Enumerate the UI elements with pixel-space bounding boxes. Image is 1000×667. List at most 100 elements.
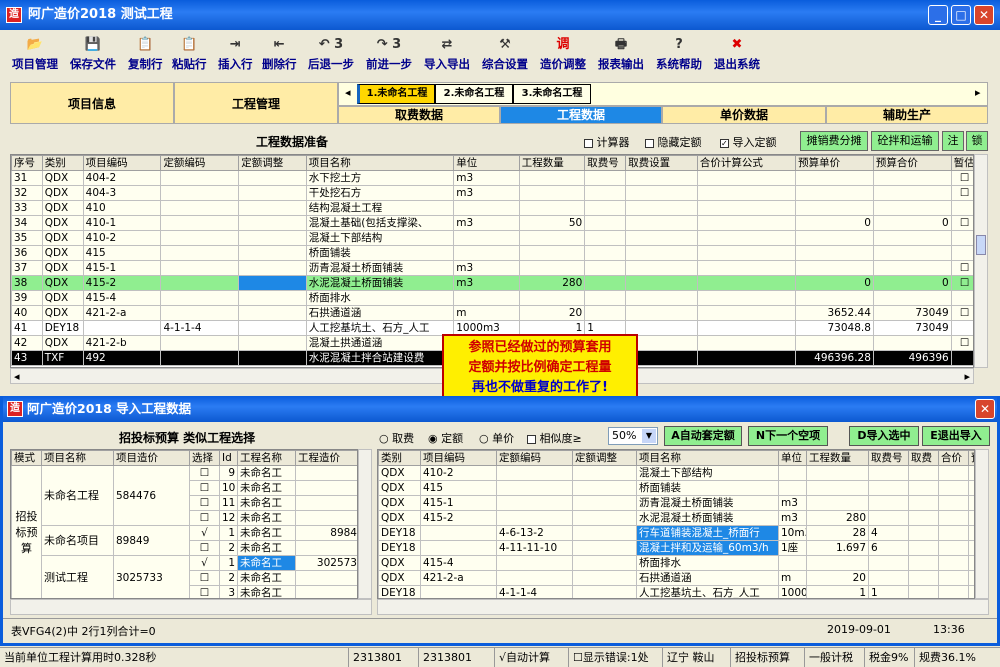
table-cell[interactable]: m (778, 570, 807, 586)
table-cell[interactable]: TXF (41, 350, 84, 366)
project-col-header[interactable]: 工程造价 (295, 450, 357, 466)
table-cell[interactable] (696, 275, 797, 291)
table-cell[interactable]: 4-1-1-4 (496, 585, 573, 598)
table-cell[interactable]: 415-1 (82, 260, 162, 276)
table-cell[interactable]: 39 (11, 290, 43, 306)
table-cell[interactable]: 35 (11, 230, 43, 246)
table-cell[interactable]: QDX (41, 200, 84, 216)
table-cell[interactable] (950, 200, 973, 216)
table-cell[interactable]: 4 (868, 525, 909, 541)
table-row[interactable]: QDX 415 桥面铺装 (378, 480, 974, 496)
project-name-cell[interactable]: 未命名工程 (41, 465, 114, 526)
table-cell[interactable] (238, 215, 307, 231)
table-cell[interactable]: 0 (872, 275, 952, 291)
table-cell[interactable]: m3 (778, 495, 807, 511)
table-cell[interactable]: QDX (41, 260, 84, 276)
table-row[interactable]: QDX 415-1 沥青混凝土桥面铺装 m3 (378, 495, 974, 511)
table-cell[interactable]: 20 (518, 305, 586, 321)
table-row[interactable]: 招投标预算 未命名工程 584476 ☐ 9 未命名工 (11, 465, 357, 598)
table-cell[interactable]: 0 (872, 215, 952, 231)
table-cell[interactable] (625, 245, 698, 261)
table-cell[interactable] (908, 570, 939, 586)
table-cell[interactable] (572, 465, 637, 481)
table-cell[interactable]: 410-2 (420, 465, 497, 481)
table-cell[interactable]: 结构混凝土工程 (305, 200, 455, 216)
table-cell[interactable]: 496396.28 (795, 350, 874, 366)
table-cell[interactable]: QDX (41, 185, 84, 201)
table-cell[interactable]: m3 (453, 170, 520, 186)
table-cell[interactable] (160, 275, 240, 291)
table-cell[interactable] (938, 555, 969, 571)
sub-sel-cell[interactable]: ☐ (189, 585, 220, 598)
sub-id-cell[interactable]: 9 (219, 465, 238, 481)
table-cell[interactable]: 混凝土下部结构 (636, 465, 779, 481)
table-cell[interactable]: ☐ (950, 170, 973, 186)
table-cell[interactable] (518, 260, 586, 276)
table-cell[interactable] (584, 290, 627, 306)
table-cell[interactable] (518, 230, 586, 246)
table-cell[interactable] (160, 200, 240, 216)
sub-name-cell[interactable]: 未命名工 (237, 585, 296, 598)
table-cell[interactable]: 73048.8 (795, 320, 874, 336)
table-cell[interactable] (160, 260, 240, 276)
table-cell[interactable] (778, 480, 807, 496)
sub-cost-cell[interactable] (295, 585, 357, 598)
scroll-right-icon[interactable]: ▸ (964, 370, 970, 383)
table-cell[interactable]: 415 (420, 480, 497, 496)
table-cell[interactable]: 415-2 (82, 275, 162, 291)
table-cell[interactable] (908, 555, 939, 571)
table-cell[interactable] (872, 335, 952, 351)
project-col-header[interactable]: 选择 (189, 450, 220, 466)
table-cell[interactable]: 415-4 (82, 290, 162, 306)
radio-fee[interactable]: ○ 取费 (379, 430, 414, 446)
table-cell[interactable] (572, 585, 637, 598)
table-cell[interactable] (572, 525, 637, 541)
table-cell[interactable] (518, 290, 586, 306)
import-quota-checkbox[interactable]: ✓ 导入定额 (720, 134, 777, 150)
table-row[interactable]: 39 QDX 415-4 桥面排水 (11, 290, 973, 306)
table-cell[interactable] (950, 320, 973, 336)
table-cell[interactable] (696, 305, 797, 321)
table-cell[interactable] (420, 585, 497, 598)
table-cell[interactable] (453, 200, 520, 216)
table-row[interactable]: 38QDX415-2水泥混凝土桥面铺装m328000☐√ (11, 275, 973, 291)
table-cell[interactable] (238, 260, 307, 276)
table-cell[interactable]: DEY18 (378, 525, 421, 541)
table-cell[interactable]: 0 (795, 215, 874, 231)
table-cell[interactable]: DEY18 (41, 320, 84, 336)
table-cell[interactable]: m (453, 305, 520, 321)
table-cell[interactable] (938, 525, 969, 541)
quota-col-header[interactable]: 单位 (778, 450, 807, 466)
table-cell[interactable]: ☐ (950, 305, 973, 321)
table-row[interactable]: 测试工程 3025733 √ 1 未命名工 302573 (12, 555, 357, 598)
radio-quota[interactable]: ◉ 定额 (428, 430, 463, 446)
main-col-header[interactable]: 定额编码 (160, 155, 240, 171)
table-cell[interactable] (868, 480, 909, 496)
table-cell[interactable]: 415-2 (420, 510, 497, 526)
table-row[interactable]: DEY18 4-6-13-2 行车道铺装混凝土_桥面行10m3284 (378, 525, 974, 541)
table-cell[interactable] (696, 245, 797, 261)
table-row[interactable]: 31QDX404-2水下挖土方m3☐√ (11, 170, 973, 186)
sub-name-cell[interactable]: 未命名工 (237, 495, 296, 511)
table-row[interactable]: 35 QDX 410-2 混凝土下部结构 (11, 230, 973, 246)
sub-sel-cell[interactable]: ☐ (189, 465, 220, 481)
quota-grid-hscroll[interactable] (377, 599, 989, 615)
main-col-header[interactable]: 工程数量 (518, 155, 586, 171)
table-cell[interactable] (238, 320, 307, 336)
table-cell[interactable] (795, 335, 874, 351)
sub-tab-fee[interactable]: 取费数据 (338, 106, 500, 124)
toolbar-button-11[interactable]: 🖶 报表输出 (598, 34, 644, 72)
table-cell[interactable] (868, 465, 909, 481)
table-cell[interactable]: 1座 (778, 540, 807, 556)
table-cell[interactable] (868, 510, 909, 526)
table-cell[interactable] (696, 170, 797, 186)
table-cell[interactable] (696, 185, 797, 201)
sub-id-cell[interactable]: 1 (219, 525, 238, 541)
sub-tab-data[interactable]: 工程数据 (500, 106, 662, 124)
toolbar-button-10[interactable]: 调造价调整 (540, 34, 586, 72)
sub-tab-unit-price[interactable]: 单价数据 (662, 106, 826, 124)
table-cell[interactable]: 4-1-1-4 (160, 320, 240, 336)
table-cell[interactable]: 桥面铺装 (636, 480, 779, 496)
table-cell[interactable]: 31 (11, 170, 43, 186)
next-empty-button[interactable]: N下一个空项 (748, 426, 828, 446)
